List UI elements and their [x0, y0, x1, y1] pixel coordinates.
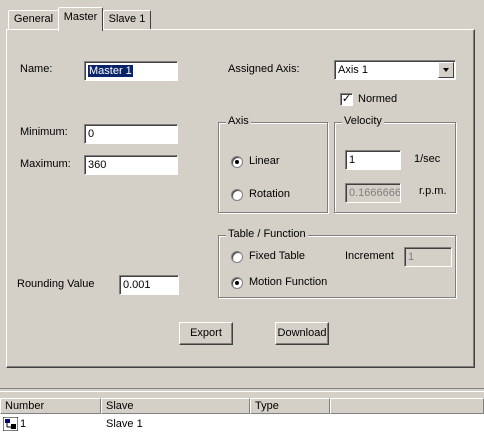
tab-general[interactable]: General — [8, 10, 59, 29]
rpm-field: 0.1666666 — [345, 183, 401, 203]
column-header-type[interactable]: Type — [250, 398, 330, 414]
minimum-label: Minimum: — [20, 126, 68, 138]
assigned-axis-select[interactable]: Axis 1 — [334, 60, 456, 80]
row-number: 1 — [20, 418, 27, 430]
tab-master-label: Master — [63, 11, 98, 23]
row-slave: Slave 1 — [106, 418, 143, 430]
chevron-down-icon[interactable] — [438, 62, 454, 78]
rounding-value-field-value: 0.001 — [123, 279, 151, 291]
table-function-group: Table / Function Fixed Table Increment 1… — [218, 228, 456, 298]
velocity-field-value: 1 — [349, 154, 356, 166]
column-header-filler — [330, 398, 484, 414]
master-panel: Name: Master 1 Assigned Axis: Axis 1 ✓ N… — [6, 29, 475, 368]
fixed-table-radio[interactable] — [231, 251, 243, 263]
download-button[interactable]: Download — [275, 322, 329, 345]
rounding-value-label: Rounding Value — [17, 278, 95, 290]
linear-radio[interactable] — [231, 156, 243, 168]
column-header-number[interactable]: Number — [0, 398, 101, 414]
tab-master[interactable]: Master — [58, 7, 103, 31]
normed-label: Normed — [358, 93, 398, 105]
table-function-group-title: Table / Function — [226, 228, 308, 240]
maximum-field-value: 360 — [88, 159, 107, 171]
network-node-icon — [3, 417, 18, 431]
increment-label: Increment — [345, 250, 394, 262]
minimum-field-value: 0 — [88, 128, 95, 140]
assigned-axis-value: Axis 1 — [338, 64, 368, 76]
rpm-field-value: 0.1666666 — [349, 187, 401, 199]
column-header-slave[interactable]: Slave — [101, 398, 250, 414]
rpm-unit-label: r.p.m. — [419, 185, 447, 197]
velocity-group: Velocity 1 1/sec 0.1666666 r.p.m. — [334, 115, 456, 213]
linear-label: Linear — [249, 155, 280, 167]
table-row[interactable]: 1 Slave 1 — [0, 416, 484, 432]
axis-group: Axis Linear Rotation — [218, 115, 328, 213]
name-label: Name: — [20, 63, 53, 75]
column-header-number-label: Number — [5, 400, 45, 412]
motion-function-radio[interactable] — [231, 277, 243, 289]
fixed-table-label: Fixed Table — [249, 250, 306, 262]
name-field-value: Master 1 — [88, 65, 133, 77]
maximum-field[interactable]: 360 — [84, 155, 178, 175]
tab-slave-1-label: Slave 1 — [108, 13, 146, 25]
velocity-field[interactable]: 1 — [345, 150, 401, 170]
column-header-type-label: Type — [255, 400, 279, 412]
name-field[interactable]: Master 1 — [84, 61, 178, 81]
download-button-label: Download — [277, 327, 327, 339]
velocity-unit-label: 1/sec — [414, 153, 441, 165]
export-button[interactable]: Export — [179, 322, 233, 345]
assigned-axis-label: Assigned Axis: — [228, 63, 300, 75]
minimum-field[interactable]: 0 — [84, 124, 178, 144]
export-button-label: Export — [190, 327, 222, 339]
increment-field-value: 1 — [408, 251, 415, 263]
axis-group-title: Axis — [226, 115, 251, 127]
column-header-slave-label: Slave — [106, 400, 134, 412]
rounding-value-field[interactable]: 0.001 — [119, 275, 179, 295]
rotation-label: Rotation — [249, 188, 290, 200]
tab-slave-1[interactable]: Slave 1 — [103, 10, 151, 29]
tab-general-label: General — [13, 13, 54, 25]
normed-checkbox[interactable]: ✓ — [340, 93, 353, 106]
splitter[interactable] — [0, 388, 484, 392]
increment-field: 1 — [404, 247, 452, 267]
velocity-group-title: Velocity — [342, 115, 384, 127]
maximum-label: Maximum: — [20, 158, 71, 170]
rotation-radio[interactable] — [231, 189, 243, 201]
motion-function-label: Motion Function — [249, 276, 328, 288]
